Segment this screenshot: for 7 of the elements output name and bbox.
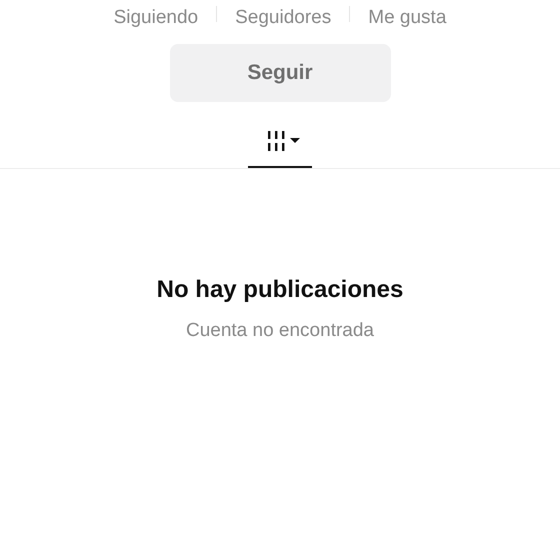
grid-sort-icon bbox=[266, 131, 302, 153]
stat-label[interactable]: Seguidores bbox=[217, 6, 350, 30]
stat-label[interactable]: Siguiendo bbox=[96, 6, 216, 30]
follow-button[interactable]: Seguir bbox=[170, 44, 390, 102]
stat-label[interactable]: Me gusta bbox=[350, 6, 464, 30]
empty-title: No hay publicaciones bbox=[156, 276, 404, 304]
empty-subtitle: Cuenta no encontrada bbox=[186, 320, 374, 342]
